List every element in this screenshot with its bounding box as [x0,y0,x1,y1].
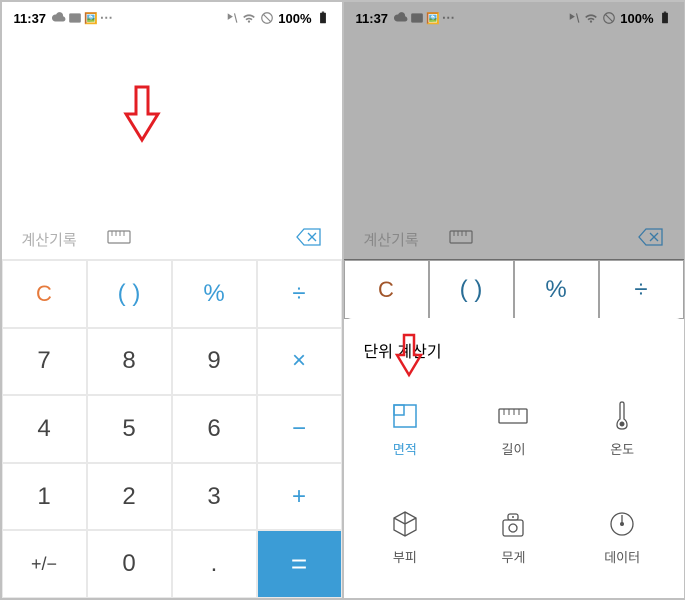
key-2[interactable]: 2 [87,463,172,531]
keypad-dimmed: C ( ) % ÷ [344,259,684,319]
history-button[interactable]: 계산기록 [22,229,77,250]
parentheses-button: ( ) [429,260,514,319]
cloud-icon [394,11,408,25]
area-icon [392,403,418,429]
calculator-display-dimmed: 계산기록 [344,34,684,259]
no-signal-icon [602,11,616,25]
wifi-icon [584,11,598,25]
display-toolbar: 계산기록 [2,219,342,259]
backspace-button [638,228,664,251]
unit-converter-button[interactable] [107,230,131,249]
annotation-arrow [394,333,424,384]
unit-grid: 면적 길이 온도 부피 무게 [354,378,674,588]
ruler-icon [498,408,528,424]
unit-volume[interactable]: 부피 [354,486,457,588]
key-0[interactable]: 0 [87,530,172,598]
history-button: 계산기록 [364,229,419,250]
unit-area[interactable]: 면적 [354,378,457,480]
image-icon [410,11,424,25]
unit-temperature-label: 온도 [610,439,634,458]
status-left-icons: 🖼️ ⋯ [394,10,455,26]
minus-button[interactable]: − [257,395,342,463]
image-icon [68,11,82,25]
cube-icon [392,510,418,538]
divide-button: ÷ [599,260,684,319]
battery-icon [658,11,672,25]
clear-button[interactable]: C [2,260,87,328]
key-7[interactable]: 7 [2,328,87,396]
unit-length[interactable]: 길이 [462,378,565,480]
app-icon: 🖼️ [426,12,440,25]
more-icon: ⋯ [100,10,113,26]
unit-weight[interactable]: 무게 [462,486,565,588]
key-5[interactable]: 5 [87,395,172,463]
left-phone-screen: 11:37 🖼️ ⋯ 100% [2,2,342,598]
unit-data-label: 데이터 [604,547,640,566]
unit-volume-label: 부피 [393,547,417,566]
status-time: 11:37 [14,11,47,26]
multiply-button[interactable]: × [257,328,342,396]
calculator-display: 계산기록 [2,34,342,259]
equals-button[interactable]: = [257,530,342,598]
battery-percent: 100% [278,11,311,26]
no-signal-icon [260,11,274,25]
unit-weight-label: 무게 [502,547,526,566]
key-8[interactable]: 8 [87,328,172,396]
percent-button[interactable]: % [172,260,257,328]
status-bar: 11:37 🖼️ ⋯ 100% [344,2,684,34]
key-4[interactable]: 4 [2,395,87,463]
annotation-arrow [122,84,162,149]
vibrate-icon [566,11,580,25]
status-bar: 11:37 🖼️ ⋯ 100% [2,2,342,34]
unit-temperature[interactable]: 온도 [571,378,674,480]
battery-icon [316,11,330,25]
unit-length-label: 길이 [502,439,526,458]
status-time: 11:37 [356,11,389,26]
percent-button: % [514,260,599,319]
unit-area-label: 면적 [393,439,417,458]
key-6[interactable]: 6 [172,395,257,463]
clear-button: C [344,260,429,319]
thermometer-icon [615,401,629,431]
keypad: C ( ) % ÷ 7 8 9 × 4 5 6 − 1 2 3 + +/− 0 … [2,259,342,598]
key-9[interactable]: 9 [172,328,257,396]
unit-converter-sheet: 단위 계산기 면적 길이 온도 [344,318,684,598]
parentheses-button[interactable]: ( ) [87,260,172,328]
data-icon [609,511,635,537]
cloud-icon [52,11,66,25]
battery-percent: 100% [620,11,653,26]
right-phone-screen: 11:37 🖼️ ⋯ 100% 계산기록 [344,2,684,598]
scale-icon [500,510,526,538]
key-3[interactable]: 3 [172,463,257,531]
backspace-button[interactable] [296,228,322,251]
unit-converter-button [449,230,473,249]
key-1[interactable]: 1 [2,463,87,531]
app-icon: 🖼️ [84,12,98,25]
plusminus-button[interactable]: +/− [2,530,87,598]
divide-button[interactable]: ÷ [257,260,342,328]
wifi-icon [242,11,256,25]
plus-button[interactable]: + [257,463,342,531]
vibrate-icon [224,11,238,25]
status-left-icons: 🖼️ ⋯ [52,10,113,26]
unit-data[interactable]: 데이터 [571,486,674,588]
decimal-button[interactable]: . [172,530,257,598]
more-icon: ⋯ [442,10,455,26]
display-toolbar: 계산기록 [344,219,684,259]
